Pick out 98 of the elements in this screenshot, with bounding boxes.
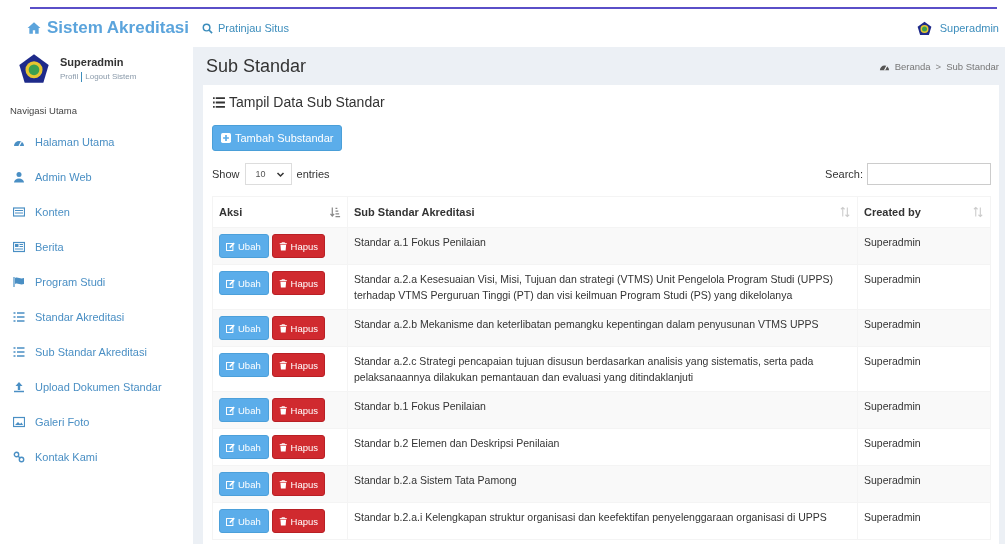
add-substandard-button[interactable]: Tambah Substandar (212, 125, 343, 151)
menu-item[interactable]: Admin Web (0, 159, 193, 194)
delete-button[interactable]: Hapus (272, 353, 325, 377)
preview-site-link[interactable]: Pratinjau Situs (202, 22, 289, 34)
trash-icon (279, 442, 288, 452)
delete-button[interactable]: Hapus (272, 316, 325, 340)
edit-icon (226, 360, 235, 370)
column-header[interactable]: Sub Standar Akreditasi (347, 196, 858, 228)
university-logo-icon (916, 20, 932, 36)
menu-item[interactable]: Upload Dokumen Standar (0, 369, 193, 404)
edit-button[interactable]: Ubah (219, 271, 269, 295)
delete-button[interactable]: Hapus (272, 472, 325, 496)
delete-button[interactable]: Hapus (272, 435, 325, 459)
list-icon (13, 310, 25, 323)
list-icon (13, 345, 25, 358)
sort-icon (840, 206, 851, 218)
table-cell: Superadmin (857, 309, 991, 347)
edit-button[interactable]: Ubah (219, 509, 269, 533)
trash-icon (279, 405, 288, 415)
table-cell: Superadmin (857, 391, 991, 429)
table-cell: Standar a.1 Fokus Penilaian (347, 227, 858, 265)
image-icon (13, 415, 25, 428)
menu-item[interactable]: Sub Standar Akreditasi (0, 334, 193, 369)
breadcrumb-current: Sub Standar (946, 60, 999, 72)
show-label: Show (212, 168, 240, 180)
trash-icon (279, 516, 288, 526)
user-menu[interactable]: Superadmin (916, 20, 999, 36)
trash-icon (279, 323, 288, 333)
newspaper-icon (13, 240, 25, 253)
home-icon (26, 21, 42, 35)
table-cell: Superadmin (857, 502, 991, 540)
table-cell: Standar b.2 Elemen dan Deskripsi Penilaian (347, 428, 858, 466)
table-cell: Standar b.2.a Sistem Tata Pamong (347, 465, 858, 503)
trash-icon (279, 360, 288, 370)
edit-button[interactable]: Ubah (219, 435, 269, 459)
edit-button[interactable]: Ubah (219, 234, 269, 258)
brand-title: Sistem Akreditasi (47, 18, 190, 38)
table-cell: Standar b.2.a.i Kelengkapan struktur organisasi dan keefektifan penyelenggaraan organisasi di UPPS (347, 502, 858, 540)
user-icon (13, 170, 25, 183)
column-header[interactable]: Created by (857, 196, 991, 228)
delete-button[interactable]: Hapus (272, 509, 325, 533)
menu-item[interactable]: Program Studi (0, 264, 193, 299)
menu-item[interactable]: Standar Akreditasi (0, 299, 193, 334)
edit-button[interactable]: Ubah (219, 398, 269, 422)
search-icon (202, 22, 213, 34)
column-header[interactable]: Aksi (212, 196, 348, 228)
entries-label: entries (296, 168, 330, 180)
menu-item[interactable]: Galeri Foto (0, 404, 193, 439)
menu-item[interactable]: Halaman Utama (0, 124, 193, 159)
university-logo-icon (18, 53, 50, 85)
search-field[interactable] (867, 163, 991, 185)
user-link[interactable]: Profil (60, 72, 79, 82)
table-cell: Superadmin (857, 264, 991, 310)
page-title: Sub Standar (206, 55, 307, 77)
entries-select[interactable]: 10 (244, 163, 292, 185)
trash-icon (279, 278, 288, 288)
menu-item[interactable]: Berita (0, 229, 193, 264)
trash-icon (279, 241, 288, 251)
edit-icon (226, 442, 235, 452)
breadcrumb-separator: > (935, 60, 942, 72)
plus-icon (221, 133, 231, 143)
sort-icon (973, 206, 984, 218)
menu-item[interactable]: Kontak Kami (0, 439, 193, 474)
delete-button[interactable]: Hapus (272, 271, 325, 295)
list-icon (212, 95, 226, 109)
user-name: Superadmin (60, 56, 125, 68)
edit-button[interactable]: Ubah (219, 472, 269, 496)
link-icon (13, 450, 25, 463)
flag-icon (13, 275, 25, 288)
sort-ascending-icon (330, 206, 341, 218)
table-cell: Standar a.2.a Kesesuaian Visi, Misi, Tujuan dan strategi (VTMS) Unit Pengelola Program Studi (UPPS) terhadap VTMS Perguruan Tinggi (PT) dan visi keilmuan Program Studi (PS) yang dikelolanya (347, 264, 858, 310)
app-brand[interactable]: Sistem Akreditasi (0, 18, 190, 38)
user-link[interactable]: Logout Sistem (85, 72, 137, 82)
trash-icon (279, 479, 288, 489)
menu-item[interactable]: Konten (0, 194, 193, 229)
table-cell: Standar a.2.b Mekanisme dan keterlibatan pemangku kepentingan dalam penyusunan VTMS UPPS (347, 309, 858, 347)
edit-icon (226, 405, 235, 415)
upload-icon (13, 380, 25, 393)
edit-button[interactable]: Ubah (219, 353, 269, 377)
edit-icon (226, 278, 235, 288)
table-cell: Superadmin (857, 465, 991, 503)
delete-button[interactable]: Hapus (272, 398, 325, 422)
edit-icon (226, 241, 235, 251)
table-cell: Standar b.1 Fokus Penilaian (347, 391, 858, 429)
edit-icon (226, 479, 235, 489)
nav-header: Navigasi Utama (9, 104, 79, 118)
search-label: Search: (825, 168, 863, 180)
edit-icon (226, 516, 235, 526)
table-cell: Standar a.2.c Strategi pencapaian tujuan disusun berdasarkan analisis yang sistematis, serta pada pelaksanaannya dilakukan pemantauan dan evaluasi yang ditindaklanjuti (347, 346, 858, 392)
table-cell: Superadmin (857, 428, 991, 466)
table-cell: Superadmin (857, 346, 991, 392)
box-title: Tampil Data Sub Standar (229, 94, 385, 110)
delete-button[interactable]: Hapus (272, 234, 325, 258)
card-icon (13, 205, 25, 218)
edit-button[interactable]: Ubah (219, 316, 269, 340)
breadcrumb-link[interactable]: Beranda (878, 60, 931, 72)
table-cell: Superadmin (857, 227, 991, 265)
edit-icon (226, 323, 235, 333)
